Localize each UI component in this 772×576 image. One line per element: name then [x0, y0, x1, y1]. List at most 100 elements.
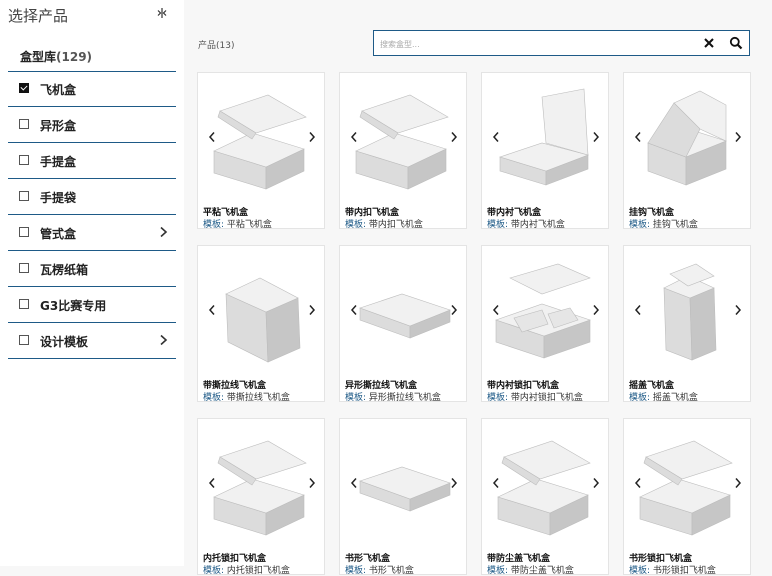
- category-item[interactable]: 手提袋: [8, 179, 176, 215]
- category-list: 飞机盒异形盒手提盒手提袋 管式盒 瓦楞纸箱 G3比赛专用设计模板: [8, 71, 176, 359]
- template-prefix: 模板:: [629, 220, 651, 230]
- chevron-right-icon[interactable]: [308, 477, 316, 489]
- category-item[interactable]: 手提盒: [8, 143, 176, 179]
- library-label-text: 盒型库: [20, 50, 57, 64]
- product-card[interactable]: 异形撕拉线飞机盒 模板: 异形撕拉线飞机盒: [339, 245, 467, 403]
- product-image[interactable]: [488, 427, 602, 545]
- close-icon[interactable]: [703, 37, 715, 49]
- product-template: 模板: 摇盖飞机盒: [629, 390, 698, 403]
- product-card[interactable]: 书形飞机盒 模板: 书形飞机盒: [339, 418, 467, 576]
- category-checkbox[interactable]: [19, 227, 29, 237]
- category-label: 异形盒: [40, 119, 77, 133]
- chevron-left-icon[interactable]: [350, 304, 358, 316]
- category-label: 飞机盒: [40, 83, 77, 97]
- template-prefix: 模板:: [345, 393, 367, 403]
- collapse-sidebar-icon[interactable]: [155, 6, 169, 20]
- product-card[interactable]: 带防尘盖飞机盒 模板: 带防尘盖飞机盒: [481, 418, 609, 576]
- category-item[interactable]: 设计模板: [8, 323, 176, 359]
- category-item[interactable]: 管式盒: [8, 215, 176, 251]
- product-card[interactable]: 带内衬锁扣飞机盒 模板: 带内衬锁扣飞机盒: [481, 245, 609, 403]
- chevron-right-icon[interactable]: [734, 477, 742, 489]
- category-checkbox[interactable]: [19, 155, 29, 165]
- chevron-left-icon[interactable]: [634, 304, 642, 316]
- template-value: 带内扣飞机盒: [368, 220, 423, 230]
- chevron-left-icon[interactable]: [492, 304, 500, 316]
- product-card[interactable]: 摇盖飞机盒 模板: 摇盖飞机盒: [623, 245, 751, 403]
- product-count: 产品(13): [198, 41, 235, 51]
- product-template: 模板: 带撕拉线飞机盒: [203, 390, 290, 403]
- chevron-right-icon[interactable]: [450, 131, 458, 143]
- product-image[interactable]: [204, 81, 318, 199]
- category-label: 设计模板: [40, 335, 89, 349]
- template-prefix: 模板:: [203, 566, 225, 576]
- chevron-left-icon[interactable]: [350, 131, 358, 143]
- chevron-left-icon[interactable]: [634, 131, 642, 143]
- chevron-right-icon[interactable]: [592, 477, 600, 489]
- chevron-left-icon[interactable]: [350, 477, 358, 489]
- chevron-right-icon[interactable]: [450, 304, 458, 316]
- category-item[interactable]: 飞机盒: [8, 71, 176, 107]
- product-template: 模板: 书形锁扣飞机盒: [629, 563, 716, 576]
- chevron-right-icon[interactable]: [592, 131, 600, 143]
- search-input[interactable]: [378, 33, 692, 55]
- chevron-left-icon[interactable]: [492, 131, 500, 143]
- product-card[interactable]: 带撕拉线飞机盒 模板: 带撕拉线飞机盒: [197, 245, 325, 403]
- category-checkbox[interactable]: [19, 191, 29, 201]
- library-label[interactable]: 盒型库(129): [20, 48, 92, 65]
- category-checkbox[interactable]: [19, 263, 29, 273]
- category-label: 手提盒: [40, 155, 77, 169]
- chevron-left-icon[interactable]: [634, 477, 642, 489]
- product-template: 模板: 带内扣飞机盒: [345, 217, 423, 230]
- category-item[interactable]: 异形盒: [8, 107, 176, 143]
- chevron-right-icon[interactable]: [734, 131, 742, 143]
- chevron-right-icon[interactable]: [450, 477, 458, 489]
- template-prefix: 模板:: [629, 566, 651, 576]
- search-icon[interactable]: [729, 36, 743, 50]
- chevron-right-icon[interactable]: [159, 334, 168, 346]
- chevron-right-icon[interactable]: [734, 304, 742, 316]
- product-image[interactable]: [630, 427, 744, 545]
- sidebar-title: 选择产品: [8, 7, 69, 25]
- chevron-left-icon[interactable]: [208, 304, 216, 316]
- chevron-right-icon[interactable]: [159, 226, 168, 238]
- product-card[interactable]: 挂钩飞机盒 模板: 挂钩飞机盒: [623, 72, 751, 230]
- product-image[interactable]: [630, 254, 744, 372]
- chevron-left-icon[interactable]: [208, 477, 216, 489]
- category-item[interactable]: G3比赛专用: [8, 287, 176, 323]
- product-image[interactable]: [346, 254, 460, 372]
- product-template: 模板: 内托锁扣飞机盒: [203, 563, 290, 576]
- product-image[interactable]: [346, 427, 460, 545]
- product-image[interactable]: [346, 81, 460, 199]
- product-card[interactable]: 内托锁扣飞机盒 模板: 内托锁扣飞机盒: [197, 418, 325, 576]
- chevron-right-icon[interactable]: [308, 304, 316, 316]
- template-value: 异形撕拉线飞机盒: [368, 393, 441, 403]
- chevron-right-icon[interactable]: [308, 131, 316, 143]
- template-prefix: 模板:: [629, 393, 651, 403]
- product-card[interactable]: 带内扣飞机盒 模板: 带内扣飞机盒: [339, 72, 467, 230]
- product-template: 模板: 挂钩飞机盒: [629, 217, 698, 230]
- template-value: 书形锁扣飞机盒: [652, 566, 716, 576]
- template-prefix: 模板:: [487, 566, 509, 576]
- sidebar: 选择产品 盒型库(129) 飞机盒异形盒手提盒手提袋 管式盒 瓦楞纸箱 G3比赛专用设…: [0, 0, 184, 566]
- category-item[interactable]: 瓦楞纸箱: [8, 251, 176, 287]
- chevron-left-icon[interactable]: [208, 131, 216, 143]
- template-prefix: 模板:: [345, 220, 367, 230]
- product-template: 模板: 带防尘盖飞机盒: [487, 563, 574, 576]
- template-value: 带内衬锁扣飞机盒: [510, 393, 583, 403]
- product-card[interactable]: 带内衬飞机盒 模板: 带内衬飞机盒: [481, 72, 609, 230]
- product-image[interactable]: [488, 81, 602, 199]
- category-checkbox[interactable]: [19, 119, 29, 129]
- chevron-left-icon[interactable]: [492, 477, 500, 489]
- product-image[interactable]: [488, 254, 602, 372]
- product-image[interactable]: [204, 254, 318, 372]
- chevron-right-icon[interactable]: [592, 304, 600, 316]
- category-checkbox[interactable]: [19, 335, 29, 345]
- template-prefix: 模板:: [487, 220, 509, 230]
- product-image[interactable]: [204, 427, 318, 545]
- product-image[interactable]: [630, 81, 744, 199]
- category-checkbox[interactable]: [19, 83, 29, 93]
- product-card[interactable]: 书形锁扣飞机盒 模板: 书形锁扣飞机盒: [623, 418, 751, 576]
- product-card[interactable]: 平粘飞机盒 模板: 平粘飞机盒: [197, 72, 325, 230]
- category-checkbox[interactable]: [19, 299, 29, 309]
- product-template: 模板: 书形飞机盒: [345, 563, 414, 576]
